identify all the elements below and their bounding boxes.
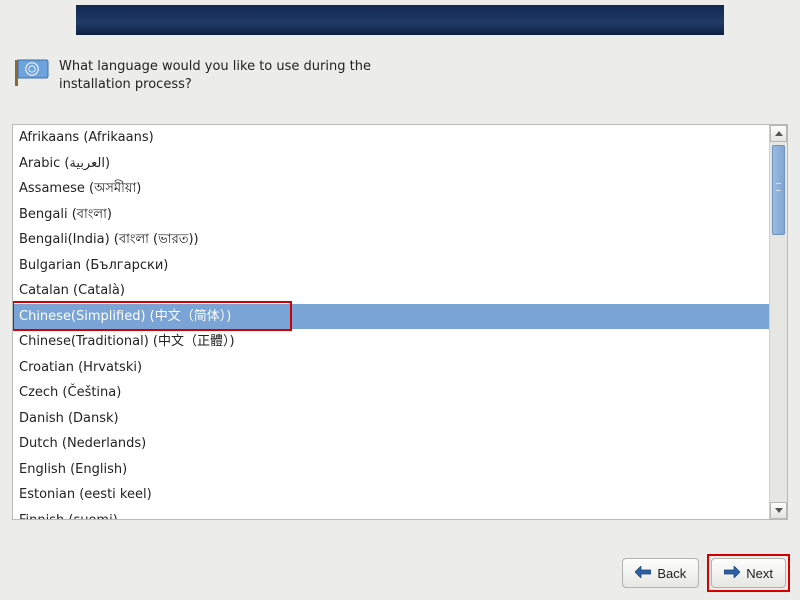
prompt-text: What language would you like to use duri… bbox=[59, 58, 371, 93]
list-item[interactable]: Bengali (বাংলা) bbox=[13, 202, 769, 228]
list-item[interactable]: Catalan (Català) bbox=[13, 278, 769, 304]
list-item[interactable]: Afrikaans (Afrikaans) bbox=[13, 125, 769, 151]
banner-bar bbox=[76, 5, 724, 35]
header: What language would you like to use duri… bbox=[15, 58, 785, 98]
footer-buttons: Back Next bbox=[622, 558, 786, 588]
arrow-left-icon bbox=[635, 566, 651, 581]
list-item[interactable]: Arabic (العربية) bbox=[13, 151, 769, 177]
back-button-label: Back bbox=[657, 566, 686, 581]
list-item[interactable]: Croatian (Hrvatski) bbox=[13, 355, 769, 381]
prompt-line1: What language would you like to use duri… bbox=[59, 59, 371, 74]
language-list-container: Afrikaans (Afrikaans)Arabic (العربية)Ass… bbox=[12, 124, 788, 520]
list-item[interactable]: Danish (Dansk) bbox=[13, 406, 769, 432]
next-button-label: Next bbox=[746, 566, 773, 581]
list-item[interactable]: Bulgarian (Български) bbox=[13, 253, 769, 279]
list-item[interactable]: Bengali(India) (বাংলা (ভারত)) bbox=[13, 227, 769, 253]
scroll-up-button[interactable] bbox=[770, 125, 787, 142]
list-item[interactable]: Finnish (suomi) bbox=[13, 508, 769, 520]
list-item[interactable]: Chinese(Simplified) (中文（简体）) bbox=[13, 304, 769, 330]
arrow-right-icon bbox=[724, 566, 740, 581]
next-button[interactable]: Next bbox=[711, 558, 786, 588]
list-item[interactable]: Estonian (eesti keel) bbox=[13, 482, 769, 508]
list-item[interactable]: Chinese(Traditional) (中文（正體）) bbox=[13, 329, 769, 355]
prompt-line2: installation process? bbox=[59, 77, 192, 92]
language-flag-icon bbox=[15, 58, 51, 88]
language-list[interactable]: Afrikaans (Afrikaans)Arabic (العربية)Ass… bbox=[13, 125, 769, 519]
list-item[interactable]: Dutch (Nederlands) bbox=[13, 431, 769, 457]
chevron-down-icon bbox=[775, 508, 783, 513]
vertical-scrollbar[interactable] bbox=[769, 125, 787, 519]
list-item[interactable]: English (English) bbox=[13, 457, 769, 483]
list-item[interactable]: Czech (Čeština) bbox=[13, 380, 769, 406]
back-button[interactable]: Back bbox=[622, 558, 699, 588]
scrollbar-thumb[interactable] bbox=[772, 145, 785, 235]
list-item[interactable]: Assamese (অসমীয়া) bbox=[13, 176, 769, 202]
chevron-up-icon bbox=[775, 131, 783, 136]
scroll-down-button[interactable] bbox=[770, 502, 787, 519]
